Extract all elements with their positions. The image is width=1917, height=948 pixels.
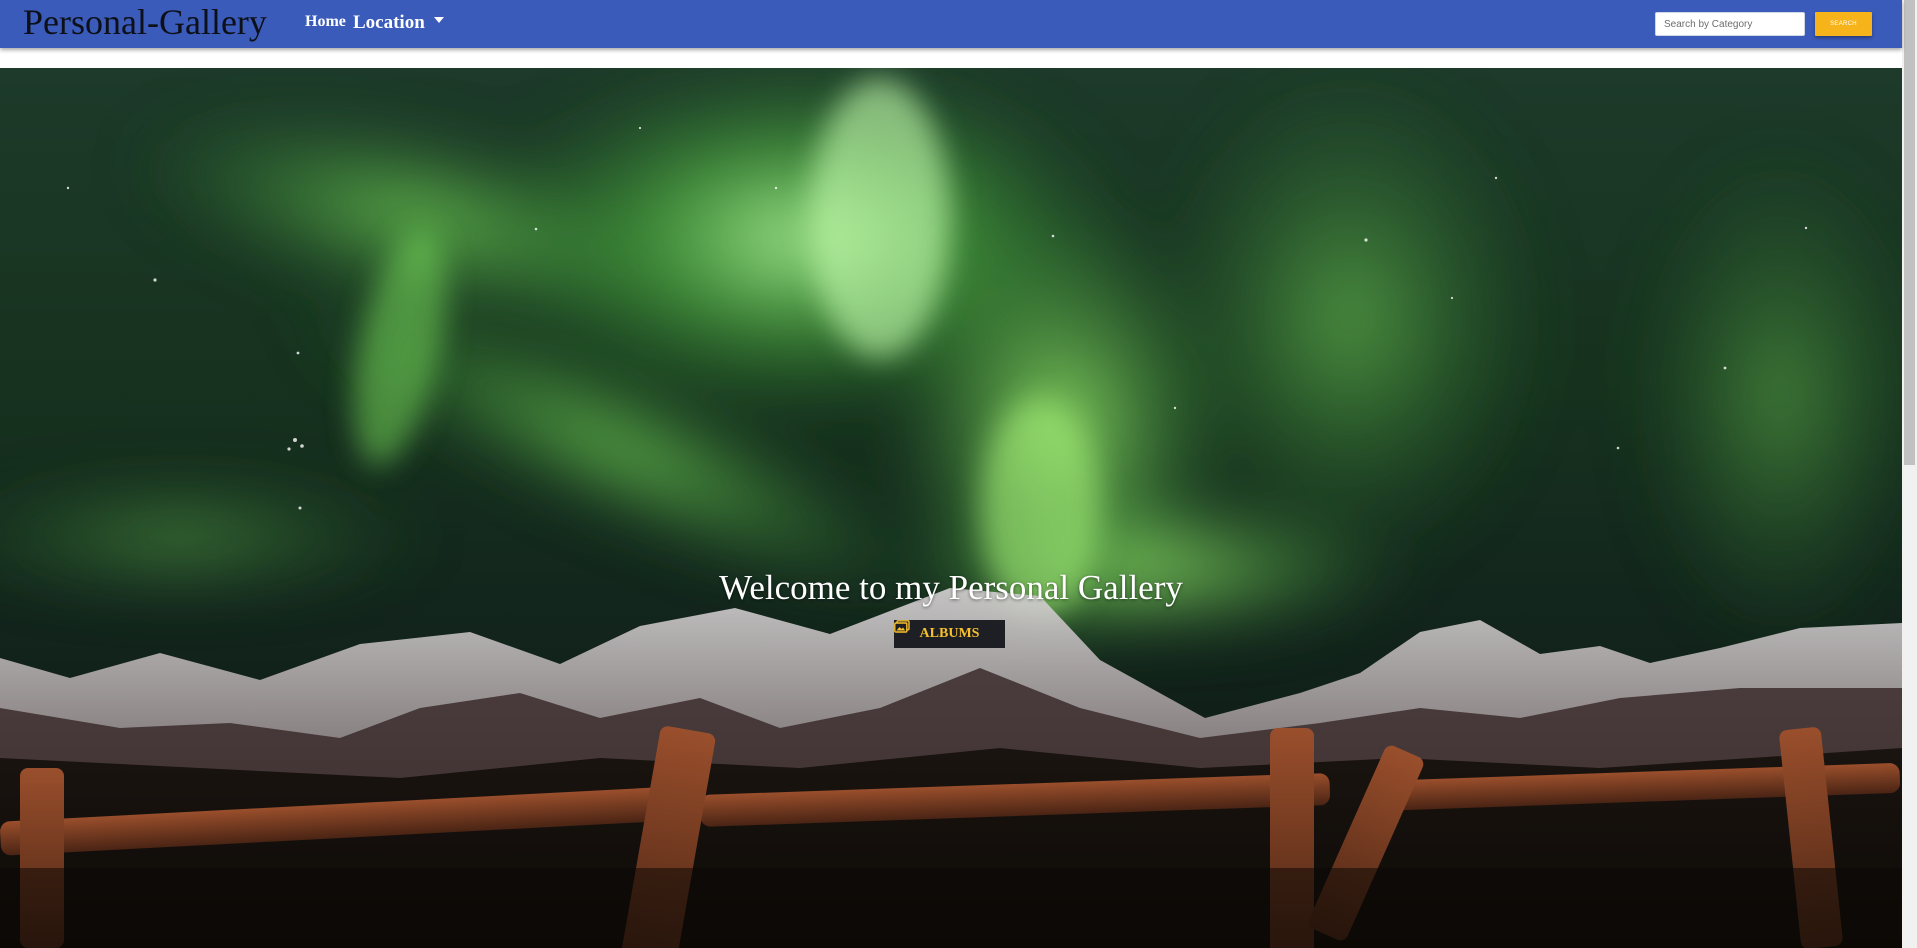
hero-title: Welcome to my Personal Gallery bbox=[719, 568, 1183, 607]
albums-button-label: ALBUMS bbox=[919, 626, 980, 641]
search-input[interactable] bbox=[1655, 12, 1805, 36]
images-icon bbox=[894, 620, 910, 633]
hero-background-image bbox=[0, 68, 1902, 948]
brand-logo-link[interactable]: Personal-Gallery bbox=[23, 2, 267, 42]
nav-home-link[interactable]: Home bbox=[305, 12, 346, 32]
albums-button[interactable]: ALBUMS bbox=[894, 620, 1005, 648]
nav-location-label: Location bbox=[353, 12, 425, 33]
scrollbar-thumb[interactable] bbox=[1904, 0, 1915, 465]
search-button[interactable]: SEARCH bbox=[1815, 12, 1872, 36]
page-scrollbar[interactable] bbox=[1902, 0, 1917, 948]
caret-down-icon bbox=[433, 16, 444, 23]
nav-location-dropdown[interactable]: Location bbox=[353, 11, 444, 35]
top-navbar: Personal-Gallery Home Location SEARCH bbox=[0, 0, 1902, 48]
hero-banner: Welcome to my Personal Gallery ALBUMS bbox=[0, 68, 1902, 948]
